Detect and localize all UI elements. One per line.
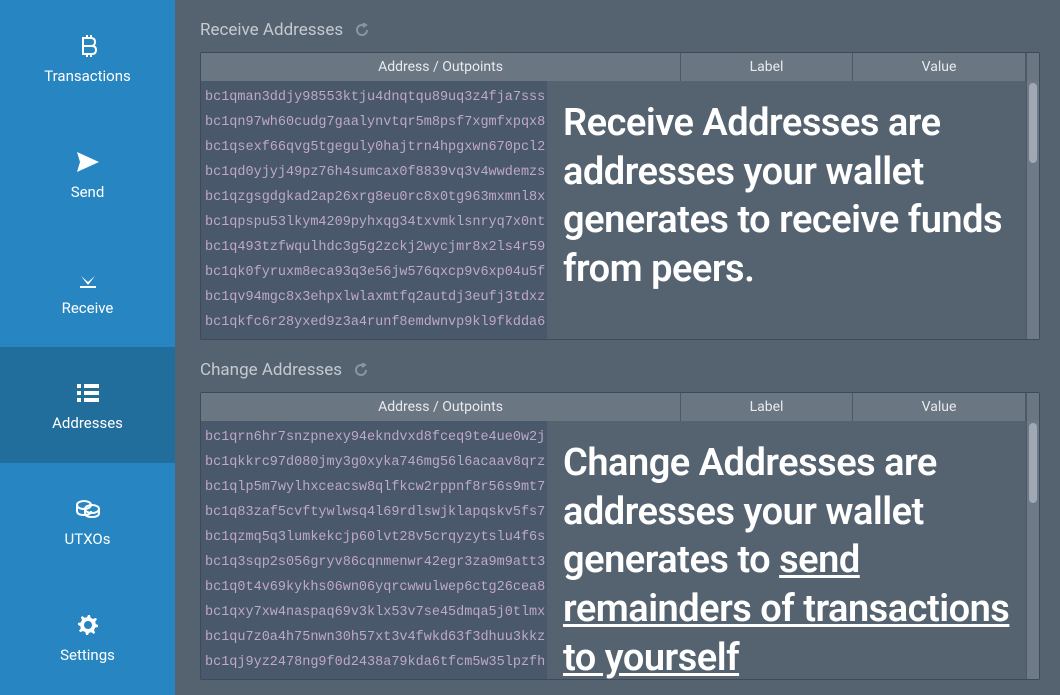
change-section-header: Change Addresses [200,340,1040,392]
sidebar-item-addresses[interactable]: Addresses [0,347,175,463]
sidebar-item-label: Transactions [44,67,131,85]
address-row[interactable]: bc1qman3ddjy98553ktju4dnqtqu89uq3z4fja7s… [205,85,547,110]
sidebar-item-label: Receive [62,299,114,317]
address-row[interactable]: bc1q95fud52t70cte0patmna5ujne70f8zmcmof8… [205,335,547,339]
col-header-address[interactable]: Address / Outpoints [201,53,681,81]
sidebar-item-utxos[interactable]: UTXOs [0,463,175,579]
table-header: Address / Outpoints Label Value [201,393,1039,421]
change-overlay-pre: Change Addresses are addresses your wall… [563,441,937,582]
main-content: Receive Addresses Address / Outpoints La… [175,0,1060,695]
address-row[interactable]: bc1qkfc6r28yxed9z3a4runf8emdwnvp9kl9fkdd… [205,310,547,335]
gear-icon [78,610,98,640]
address-row[interactable]: bc1q83zaf5cvftywlwsq4l69rdlswjklapqskv5f… [205,500,547,525]
receive-section-title: Receive Addresses [200,20,343,40]
col-header-label[interactable]: Label [681,393,853,421]
scrollbar-thumb[interactable] [1029,423,1037,503]
refresh-icon[interactable] [354,363,368,377]
change-table: Address / Outpoints Label Value bc1qrn6h… [200,392,1040,680]
address-row[interactable]: bc1qkkrc97d080jmy3g0xyka746mg56l6acaav8q… [205,450,547,475]
address-row[interactable]: bc1qzgsgdgkad2ap26xrg8eu0rc8x0tg963mxmnl… [205,185,547,210]
refresh-icon[interactable] [355,23,369,37]
table-header: Address / Outpoints Label Value [201,53,1039,81]
change-overlay-text: Change Addresses are addresses your wall… [553,421,1025,679]
sidebar-item-send[interactable]: Send [0,116,175,232]
receive-icon [78,263,98,293]
address-row[interactable]: bc1qd0yjyj49pz76h4sumcax0f8839vq3v4wwdem… [205,160,547,185]
send-icon [77,147,99,177]
address-row[interactable]: bc1q3sqp2s056gryv86cqnmenwr42egr3za9m9at… [205,550,547,575]
sidebar-item-label: Settings [60,646,115,664]
address-row[interactable]: bc1qxy7xw4naspaq69v3klx53v7se45dmqa5j0tl… [205,600,547,625]
sidebar-item-label: UTXOs [65,530,111,548]
address-row[interactable]: bc1qu7z0a4h75nwn30h57xt3v4fwkd63f3dhuu3k… [205,625,547,650]
sidebar: Transactions Send Receive Addresses [0,0,175,695]
list-icon [77,378,99,408]
address-row[interactable]: bc1q493tzfwqulhdc3g5g2zckj2wycjmr8x2ls4r… [205,235,547,260]
sidebar-item-label: Send [71,183,105,201]
change-section-title: Change Addresses [200,360,342,380]
address-row[interactable]: bc1qlp5m7wylhxceacsw8qlfkcw2rppnf8r56s9m… [205,475,547,500]
change-address-list[interactable]: bc1qrn6hr7snzpnexy94ekndvxd8fceq9te4ue0w… [201,421,547,679]
address-row[interactable]: bc1qzmq5q3lumkekcjp60lvt28v5crqyzytslu4f… [205,525,547,550]
address-row[interactable]: bc1qsexf66qvg5tgeguly0hajtrn4hpgxwn670pc… [205,135,547,160]
receive-section-header: Receive Addresses [200,0,1040,52]
address-row[interactable]: bc1qpspu53lkym4209pyhxqg34txvmklsnryq7x0… [205,210,547,235]
address-row[interactable]: bc1qj9yz2478ng9f0d2438a79kda6tfcm5w35lpz… [205,650,547,675]
address-row[interactable]: bc1qv94mgc8x3ehpxlwlaxmtfq2autdj3eufj3td… [205,285,547,310]
scroll-cap [1026,53,1039,81]
receive-address-list[interactable]: bc1qman3ddjy98553ktju4dnqtqu89uq3z4fja7s… [201,81,547,339]
col-header-value[interactable]: Value [853,393,1026,421]
receive-overlay-text: Receive Addresses are addresses your wal… [553,81,1025,339]
sidebar-item-receive[interactable]: Receive [0,232,175,348]
address-row[interactable]: bc1qrn6hr7snzpnexy94ekndvxd8fceq9te4ue0w… [205,425,547,450]
address-row[interactable]: bc1q0t4v69kykhs06wn06yqrcwwulwep6ctg26ce… [205,575,547,600]
scrollbar[interactable] [1026,81,1039,339]
scroll-cap [1026,393,1039,421]
bitcoin-icon [78,31,98,61]
address-row[interactable]: bc1qmncu8z0d7ts5mata4nvmny900c2z04kswf4n… [205,675,547,679]
sidebar-item-label: Addresses [52,414,123,432]
sidebar-item-settings[interactable]: Settings [0,579,175,695]
coins-icon [76,494,100,524]
address-row[interactable]: bc1qk0fyruxm8eca93q3e56jw576qxcp9v6xp04u… [205,260,547,285]
col-header-label[interactable]: Label [681,53,853,81]
receive-table: Address / Outpoints Label Value bc1qman3… [200,52,1040,340]
sidebar-item-transactions[interactable]: Transactions [0,0,175,116]
scrollbar[interactable] [1026,421,1039,679]
address-row[interactable]: bc1qn97wh60cudg7gaalynvtqr5m8psf7xgmfxpq… [205,110,547,135]
scrollbar-thumb[interactable] [1029,83,1037,163]
col-header-value[interactable]: Value [853,53,1026,81]
col-header-address[interactable]: Address / Outpoints [201,393,681,421]
